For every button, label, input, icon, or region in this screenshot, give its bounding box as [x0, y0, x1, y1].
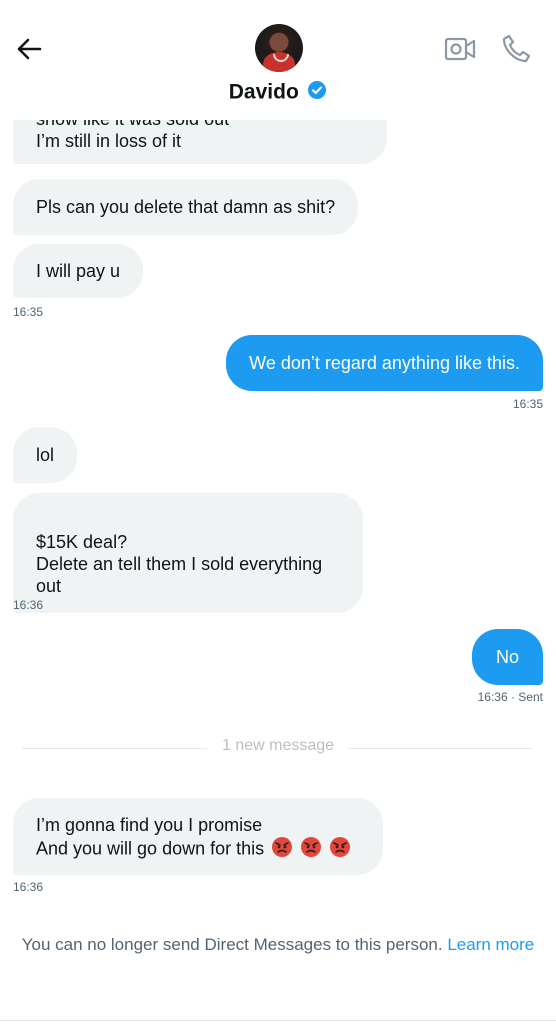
message-text: We don’t regard anything like this. — [249, 353, 520, 373]
back-button[interactable] — [14, 34, 44, 64]
message-bubble-outgoing[interactable]: No — [471, 629, 543, 685]
new-message-divider: 1 new message — [221, 737, 335, 754]
video-call-button[interactable] — [444, 36, 476, 62]
phone-icon — [502, 34, 531, 63]
learn-more-link[interactable]: Learn more — [447, 935, 534, 954]
contact-name-row[interactable]: Davido — [0, 80, 556, 105]
message-text-line-1: I’m gonna find you I promise — [36, 815, 263, 835]
conversation-header: Davido — [0, 0, 556, 120]
video-call-icon — [444, 37, 476, 61]
angry-face-icon — [300, 836, 322, 863]
contact-avatar[interactable] — [255, 24, 303, 72]
message-text: Pls can you delete that damn as shit? — [36, 197, 336, 217]
message-bubble[interactable]: $15K deal? Delete an tell them I sold ev… — [13, 493, 363, 613]
message-line-2: And you will go down for this — [36, 836, 360, 863]
contact-name: Davido — [228, 80, 299, 104]
message-text-line-2: And you will go down for this — [36, 838, 265, 859]
message-timestamp-sent: 16:36 · Sent — [477, 690, 543, 704]
message-bubble[interactable]: I’m gonna find you I promise And you wil… — [13, 798, 383, 875]
angry-face-icon — [271, 836, 293, 863]
phone-call-button[interactable] — [500, 33, 532, 65]
message-timestamp: 16:35 — [13, 305, 44, 319]
verified-badge-icon — [307, 80, 327, 105]
message-bubble[interactable]: I will pay u — [13, 244, 144, 298]
message-text: lol — [36, 445, 55, 465]
message-timestamp: 16:36 — [13, 598, 44, 612]
message-bubble-outgoing[interactable]: We don’t regard anything like this. — [226, 335, 543, 391]
message-bubble[interactable]: lol — [13, 427, 78, 483]
message-timestamp: 16:35 — [512, 397, 543, 411]
message-text: $15K deal? Delete an tell them I sold ev… — [36, 532, 323, 596]
message-timestamp: 16:36 — [13, 880, 44, 894]
message-text: I’m still in loss of it — [36, 131, 182, 151]
bottom-divider — [0, 1020, 556, 1021]
message-text: No — [495, 647, 519, 667]
dm-disabled-text: You can no longer send Direct Messages t… — [21, 935, 443, 954]
message-bubble[interactable]: Pls can you delete that damn as shit? — [13, 179, 359, 235]
back-arrow-icon — [17, 38, 42, 60]
angry-face-icon — [329, 836, 351, 863]
dm-disabled-notice: You can no longer send Direct Messages t… — [0, 935, 556, 955]
message-text: I will pay u — [36, 261, 121, 281]
